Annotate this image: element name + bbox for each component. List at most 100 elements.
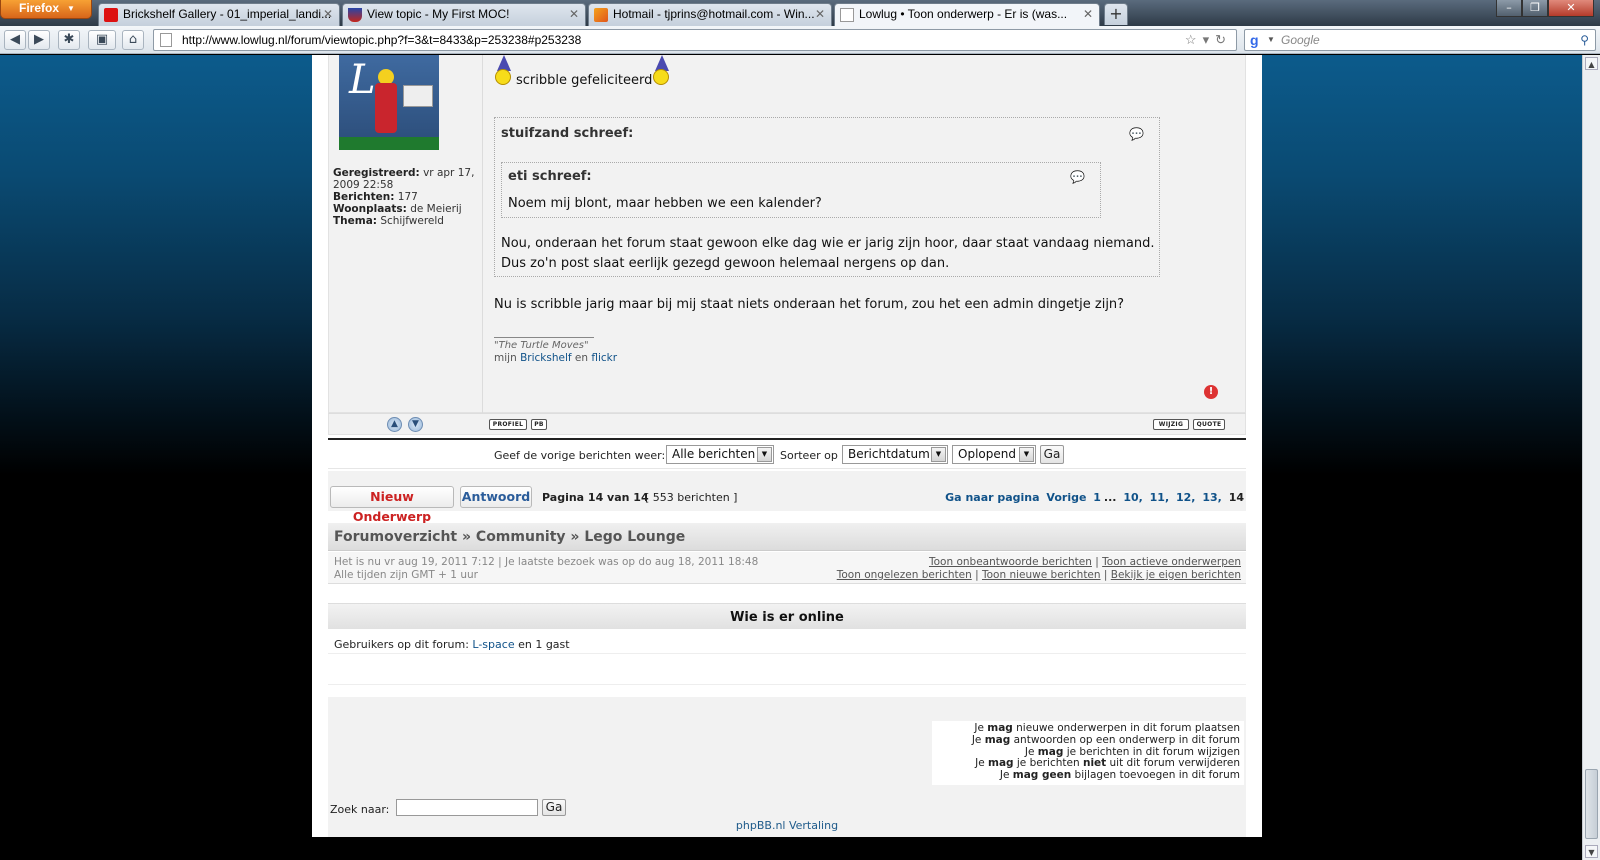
page-link-13[interactable]: 13, (1202, 491, 1222, 504)
brickshelf-link[interactable]: Brickshelf (520, 352, 572, 364)
profile-button[interactable]: PROFIEL (489, 419, 527, 430)
arrow-up-icon[interactable]: ▲ (387, 417, 402, 432)
go-label: Ga (1043, 447, 1061, 461)
page-link-12[interactable]: 12, (1176, 491, 1196, 504)
new-tab-button[interactable]: + (1104, 3, 1128, 25)
reload-icon[interactable]: ↻ (1215, 32, 1232, 47)
firefox-menu-button[interactable]: Firefox ▼ (0, 0, 92, 19)
search-icon[interactable]: ⚲ (1580, 30, 1589, 50)
home-button[interactable]: ⌂ (122, 30, 144, 50)
scrollbar[interactable]: ▲ ▼ (1582, 55, 1600, 860)
unanswered-posts-link[interactable]: Toon onbeantwoorde berichten (929, 556, 1092, 568)
avatar-minifig-body (375, 83, 397, 133)
sort-select[interactable]: Berichtdatum ▼ (842, 445, 948, 464)
post: L Geregistreerd: vr apr 17, 2009 22:58 B… (328, 55, 1246, 413)
registered-label: Geregistreerd: (333, 167, 420, 179)
page-link-1[interactable]: 1 (1093, 491, 1101, 504)
page-viewport: L Geregistreerd: vr apr 17, 2009 22:58 B… (0, 55, 1582, 860)
close-icon[interactable]: ✕ (815, 4, 825, 25)
unread-posts-link[interactable]: Toon ongelezen berichten (837, 569, 972, 581)
flickr-link[interactable]: flickr (591, 352, 617, 364)
quote-text: Noem mij blont, maar hebben we een kalen… (508, 196, 822, 211)
go-label: Ga (545, 800, 563, 814)
dropdown-icon[interactable]: ▾ (1203, 32, 1216, 47)
avatar-base (339, 137, 439, 150)
edit-button-label: WIJZIG (1158, 421, 1184, 428)
edit-button[interactable]: WIJZIG (1153, 419, 1189, 430)
online-user-link[interactable]: L-space (472, 638, 514, 651)
quote-author: stuifzand schreef: (501, 126, 634, 141)
footer-link[interactable]: phpBB.nl Vertaling (736, 819, 838, 832)
pagination-label[interactable]: Ga naar pagina (945, 491, 1039, 504)
tab-title: Brickshelf Gallery - 01_imperial_landi..… (123, 7, 332, 21)
footer-credit[interactable]: phpBB.nl Vertaling (312, 819, 1262, 832)
search-bar[interactable]: g ▼ Google ⚲ (1244, 29, 1596, 51)
scrollbar-thumb[interactable] (1585, 769, 1598, 839)
chevron-down-icon: ▼ (67, 4, 75, 13)
post-toolbar: ▲ ▼ PROFIEL PB WIJZIG QUOTE (328, 413, 1246, 435)
close-icon[interactable]: ✕ (1083, 4, 1093, 25)
tab-hotmail[interactable]: Hotmail - tjprins@hotmail.com - Win... ✕ (588, 3, 832, 26)
new-topic-button[interactable]: Nieuw Onderwerp (330, 486, 454, 524)
url-actions: ☆▾↻ (1185, 30, 1232, 50)
forward-button[interactable]: ▶ (28, 30, 50, 50)
previous-page-link[interactable]: Vorige (1046, 491, 1086, 504)
speech-bubble-icon: 💬 (1070, 170, 1085, 184)
sort-go-button[interactable]: Ga (1040, 445, 1064, 464)
divider (328, 653, 1246, 654)
quote-text: Dus zo'n post slaat eerlijk gezegd gewoo… (501, 256, 950, 271)
search-input[interactable] (396, 799, 538, 816)
page-link-10[interactable]: 10, (1123, 491, 1143, 504)
bookmark-menu-button[interactable]: ▣ (88, 30, 116, 50)
scroll-down-icon[interactable]: ▼ (1585, 845, 1598, 858)
close-icon[interactable]: ✕ (569, 4, 579, 25)
address-bar[interactable]: http://www.lowlug.nl/forum/viewtopic.php… (153, 29, 1237, 51)
arrow-down-icon[interactable]: ▼ (408, 417, 423, 432)
tab-my-first-moc[interactable]: View topic - My First MOC! ✕ (342, 3, 586, 26)
minimize-button[interactable]: – (1496, 0, 1522, 17)
online-prefix: Gebruikers op dit forum: (334, 638, 469, 651)
quote-button[interactable]: QUOTE (1193, 419, 1225, 430)
google-icon[interactable]: g (1250, 32, 1259, 48)
close-icon[interactable]: ✕ (323, 4, 333, 25)
order-select-value: Oplopend (958, 447, 1016, 461)
active-topics-link[interactable]: Toon actieve onderwerpen (1102, 556, 1241, 568)
addon-button[interactable]: ✱ (58, 30, 80, 50)
arrow-right-icon: ▶ (34, 32, 44, 47)
page-link-11[interactable]: 11, (1150, 491, 1170, 504)
post-intro: scribble gefeliciteerd (516, 73, 653, 88)
close-window-button[interactable]: ✕ (1548, 0, 1594, 17)
online-suffix: en 1 gast (518, 638, 570, 651)
restore-button[interactable]: ❐ (1522, 0, 1548, 17)
order-select[interactable]: Oplopend ▼ (952, 445, 1036, 464)
show-select[interactable]: Alle berichten ▼ (666, 445, 774, 464)
back-button[interactable]: ◀ (4, 30, 26, 50)
divider (328, 438, 1246, 440)
firefox-menu-label: Firefox (19, 1, 60, 15)
shield-favicon-icon (348, 8, 362, 22)
avatar-flag (403, 85, 433, 107)
breadcrumb-text[interactable]: Forumoverzicht » Community » Lego Lounge (334, 529, 685, 545)
signature-text: en (574, 352, 589, 364)
reply-button[interactable]: Antwoord (460, 486, 532, 508)
star-icon[interactable]: ☆ (1185, 32, 1203, 47)
tab-lowlug[interactable]: Lowlug • Toon onderwerp - Er is (was... … (834, 3, 1100, 26)
quick-links-row-2: Toon ongelezen berichten | Toon nieuwe b… (836, 569, 1241, 581)
pm-button[interactable]: PB (531, 419, 547, 430)
report-icon[interactable]: ! (1204, 385, 1218, 399)
url-text: http://www.lowlug.nl/forum/viewtopic.php… (182, 33, 582, 47)
search-go-button[interactable]: Ga (542, 799, 566, 816)
new-posts-link[interactable]: Toon nieuwe berichten (982, 569, 1101, 581)
permission-line: Je mag geen bijlagen toevoegen in dit fo… (999, 769, 1240, 782)
location-value: de Meierij (410, 203, 462, 215)
chevron-down-icon: ▼ (931, 447, 946, 462)
signature-links: mijn Brickshelf en flickr (494, 352, 617, 364)
forum-container: L Geregistreerd: vr apr 17, 2009 22:58 B… (312, 55, 1262, 837)
theme-label: Thema: (333, 215, 377, 227)
tab-brickshelf[interactable]: Brickshelf Gallery - 01_imperial_landi..… (98, 3, 340, 26)
pagination: Ga naar pagina Vorige 1... 10, 11, 12, 1… (942, 491, 1244, 504)
scroll-up-icon[interactable]: ▲ (1585, 57, 1598, 70)
quote-button-label: QUOTE (1196, 421, 1222, 428)
own-posts-link[interactable]: Bekijk je eigen berichten (1111, 569, 1241, 581)
post-text: Nu is scribble jarig maar bij mij staat … (494, 297, 1125, 312)
